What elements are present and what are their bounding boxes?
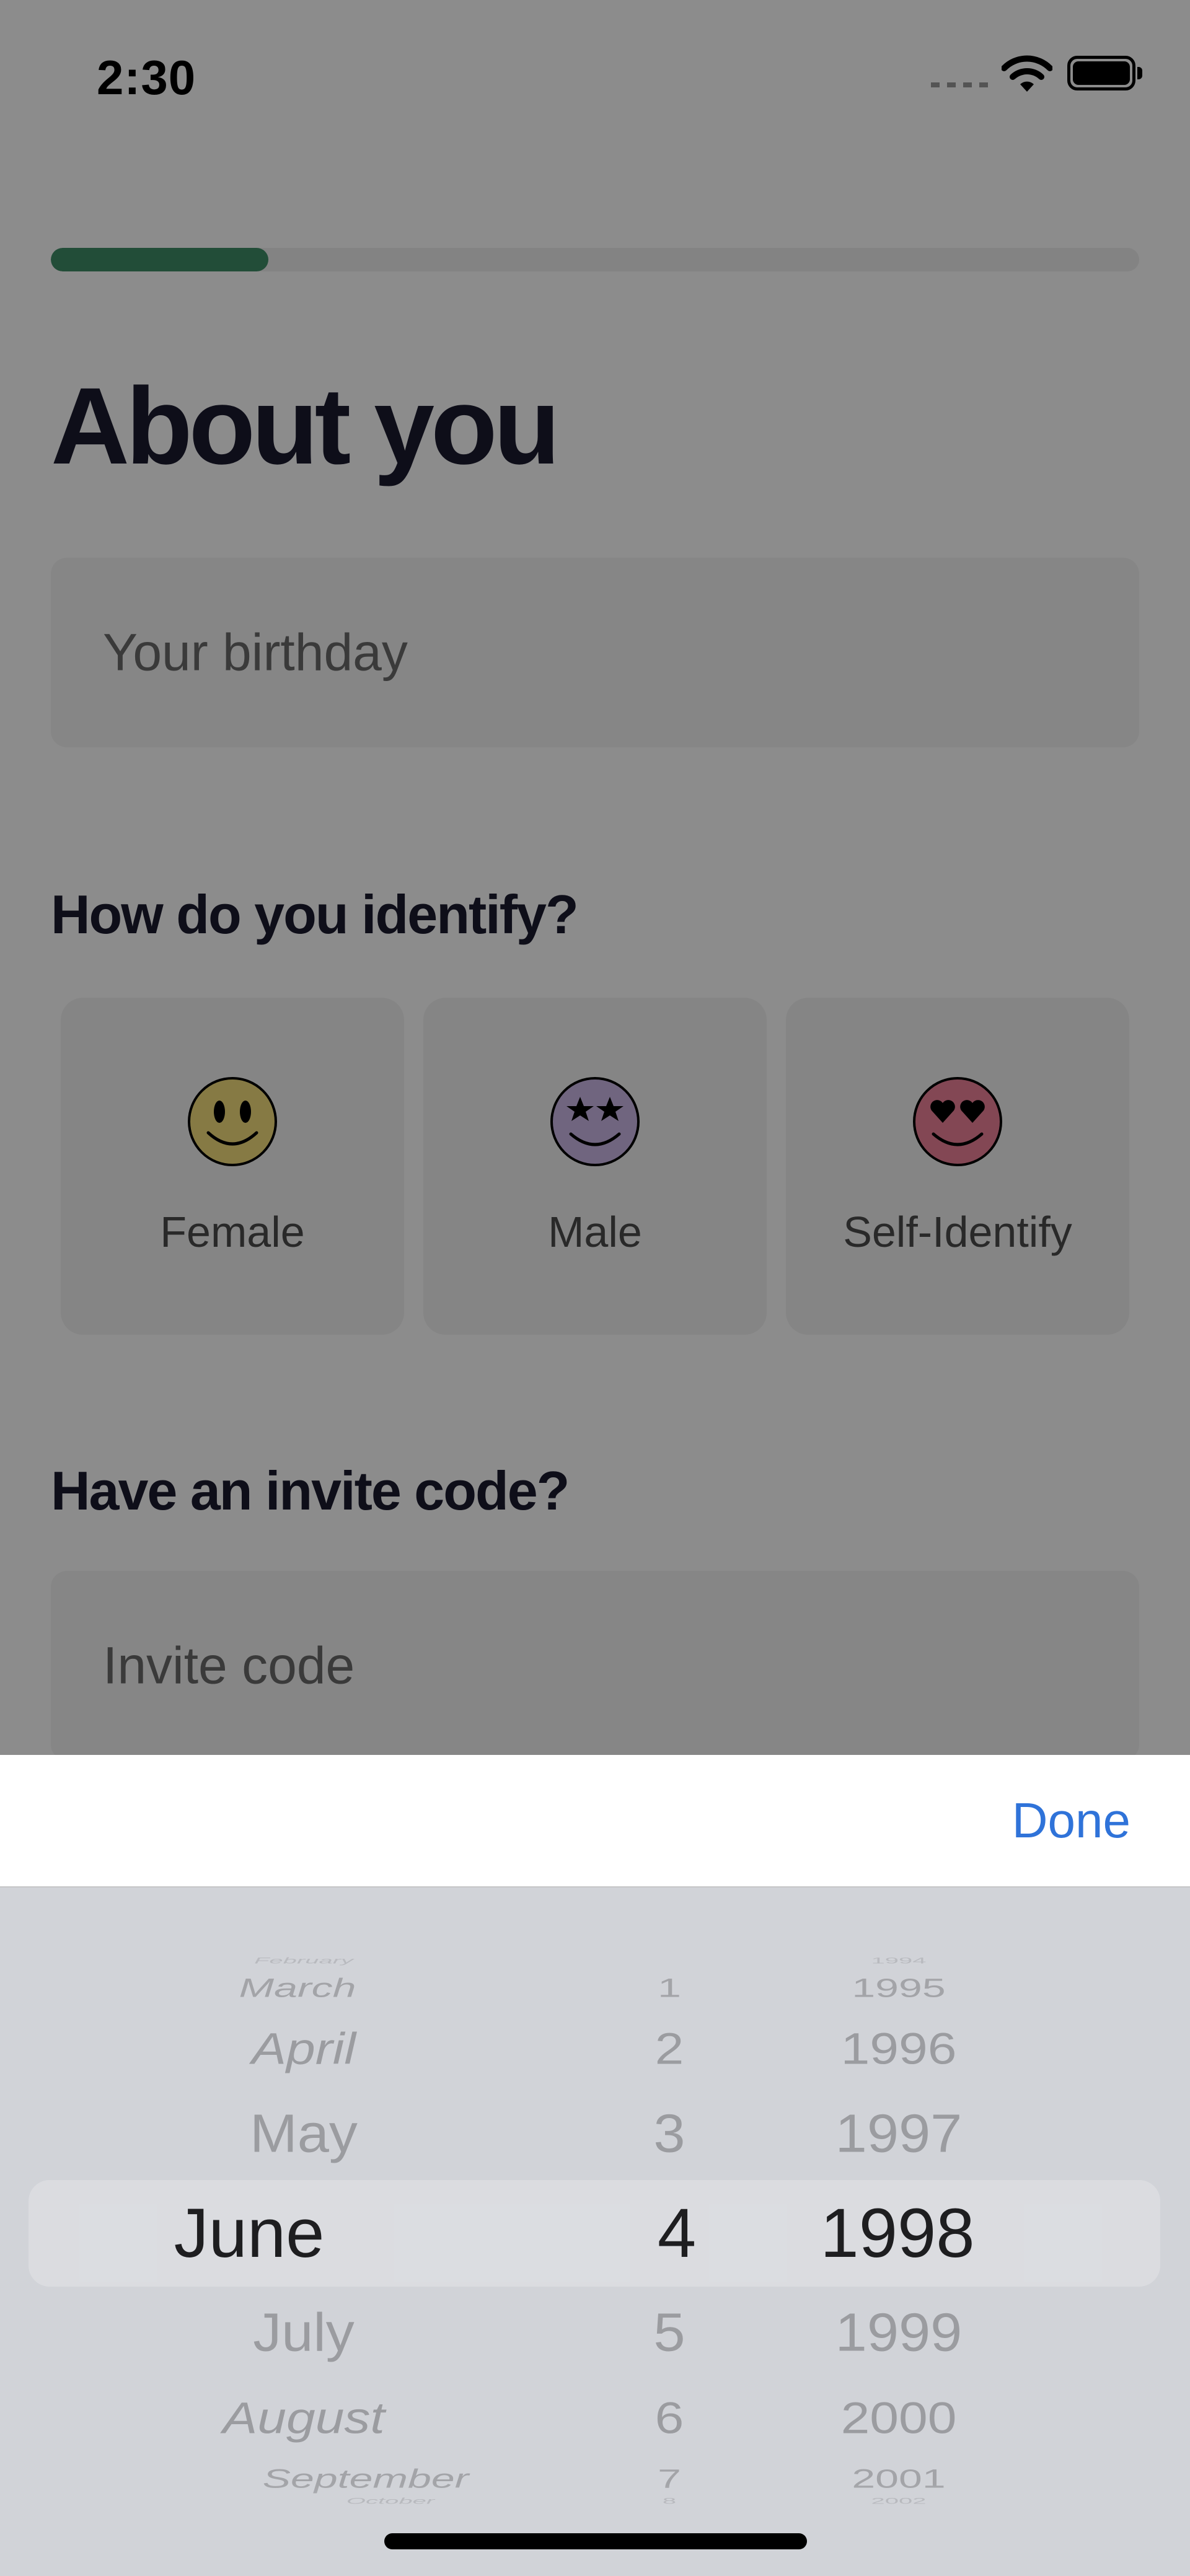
picker-day-item[interactable]: 3 bbox=[653, 2106, 685, 2160]
picker-day-item[interactable]: 2 bbox=[655, 2026, 684, 2070]
picker-month-item[interactable]: September bbox=[263, 2466, 469, 2492]
picker-day-item[interactable]: 6 bbox=[655, 2396, 684, 2440]
picker-day-item[interactable]: 4 bbox=[658, 2199, 696, 2268]
date-picker[interactable]: February March April May June July August Septe… bbox=[0, 1888, 1190, 2576]
picker-month-item[interactable]: April bbox=[252, 2026, 356, 2070]
picker-fade-bottom bbox=[0, 2483, 1190, 2576]
picker-year-item[interactable]: 1995 bbox=[852, 1975, 945, 2001]
picker-toolbar: Done bbox=[0, 1755, 1190, 1888]
picker-month-item[interactable]: May bbox=[250, 2106, 358, 2160]
modal-dim-overlay[interactable] bbox=[0, 0, 1190, 1755]
picker-day-item[interactable]: 8 bbox=[663, 2497, 676, 2505]
picker-month-item[interactable]: June bbox=[174, 2199, 325, 2268]
picker-fade-top bbox=[0, 1888, 1190, 1980]
picker-year-item[interactable]: 1999 bbox=[835, 2305, 963, 2359]
picker-year-item[interactable]: 1994 bbox=[871, 1956, 927, 1965]
done-button[interactable]: Done bbox=[1012, 1792, 1130, 1849]
picker-month-item[interactable]: March bbox=[239, 1975, 356, 2001]
picker-day-item[interactable]: 1 bbox=[658, 1975, 681, 2001]
picker-month-item[interactable]: October bbox=[346, 2497, 434, 2505]
picker-month-item[interactable]: July bbox=[253, 2305, 355, 2359]
picker-year-item[interactable]: 2000 bbox=[841, 2396, 957, 2440]
picker-day-item[interactable]: 7 bbox=[658, 2466, 681, 2492]
picker-month-item[interactable]: February bbox=[254, 1956, 353, 1965]
picker-year-item[interactable]: 2002 bbox=[871, 2497, 927, 2505]
about-you-screen: 2:30 About you Your birthday How do you … bbox=[0, 0, 1190, 2576]
picker-year-item[interactable]: 1997 bbox=[835, 2106, 963, 2160]
home-indicator bbox=[384, 2533, 807, 2549]
picker-year-item[interactable]: 1998 bbox=[820, 2199, 974, 2268]
picker-month-item[interactable]: August bbox=[223, 2396, 385, 2440]
picker-year-item[interactable]: 2001 bbox=[852, 2466, 945, 2492]
picker-day-item[interactable]: 5 bbox=[653, 2305, 685, 2359]
picker-year-item[interactable]: 1996 bbox=[841, 2026, 957, 2070]
